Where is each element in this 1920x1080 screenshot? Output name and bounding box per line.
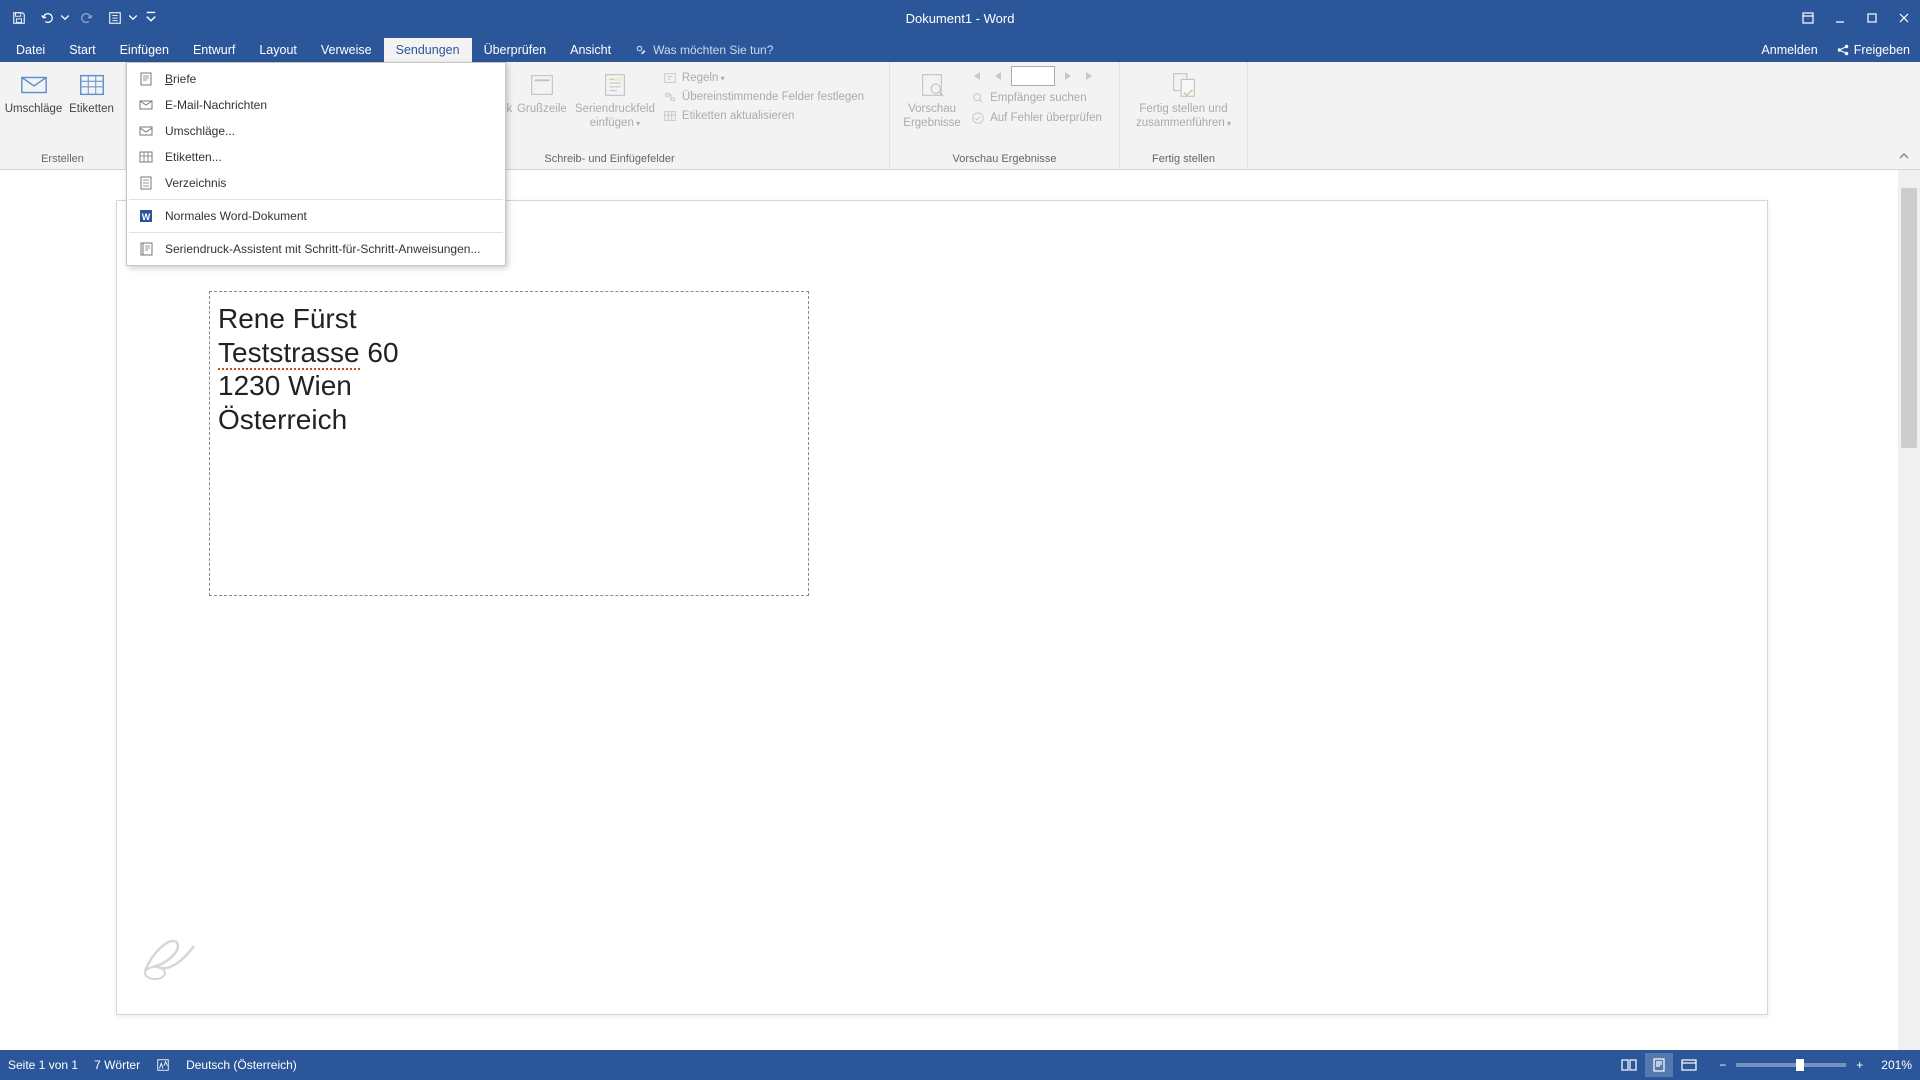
zoom-slider[interactable] [1736,1063,1846,1067]
tab-view[interactable]: Ansicht [558,38,623,62]
envelopes-button[interactable]: Umschläge [5,66,63,117]
status-language[interactable]: Deutsch (Österreich) [186,1058,297,1072]
status-page[interactable]: Seite 1 von 1 [8,1058,78,1072]
address-line-2[interactable]: Teststrasse 60 [218,336,800,370]
envelope-small-icon [137,122,155,140]
finish-icon [1169,68,1199,102]
tell-me-search[interactable]: Was möchten Sie tun? [635,43,773,62]
labels-button[interactable]: Etiketten [63,66,121,117]
view-print-layout[interactable] [1645,1053,1673,1077]
share-button[interactable]: Freigeben [1836,43,1910,57]
window-title: Dokument1 - Word [906,11,1015,26]
qat-customize-dropdown[interactable] [128,7,138,29]
scrollbar-thumb[interactable] [1901,188,1917,448]
find-recipient-button[interactable]: Empfänger suchen [967,90,1106,106]
close-button[interactable] [1888,0,1920,36]
directory-icon [137,174,155,192]
undo-button[interactable] [36,7,58,29]
record-nav [967,66,1106,86]
word-doc-icon: W [137,207,155,225]
svg-text:W: W [142,212,151,222]
insert-field-icon [600,68,630,102]
save-button[interactable] [8,7,30,29]
zoom-in-button[interactable]: + [1852,1058,1867,1072]
view-read-mode[interactable] [1615,1053,1643,1077]
address-text-frame[interactable]: Rene Fürst Teststrasse 60 1230 Wien Öste… [209,291,809,596]
record-number-input[interactable] [1011,66,1055,86]
next-record-button[interactable] [1059,67,1077,85]
menu-directory[interactable]: Verzeichnis [127,170,505,196]
last-record-button[interactable] [1081,67,1099,85]
menu-normal-doc[interactable]: W Normales Word-Dokument [127,203,505,229]
rules-button[interactable]: Regeln [659,70,868,86]
greeting-line-button[interactable]: Grußzeile [513,66,571,117]
labels-small-icon [137,148,155,166]
vertical-scrollbar[interactable] [1898,170,1920,1050]
zoom-level[interactable]: 201% [1881,1058,1912,1072]
tab-design[interactable]: Entwurf [181,38,247,62]
menu-labels[interactable]: Etiketten... [127,144,505,170]
tab-review[interactable]: Überprüfen [472,38,559,62]
group-label-finish: Fertig stellen [1152,151,1215,167]
menu-email[interactable]: E-Mail-Nachrichten [127,92,505,118]
finish-merge-button[interactable]: Fertig stellen und zusammenführen [1129,66,1239,131]
tab-insert[interactable]: Einfügen [108,38,181,62]
prev-record-button[interactable] [989,67,1007,85]
sign-in-link[interactable]: Anmelden [1761,43,1817,57]
menu-wizard[interactable]: Seriendruck-Assistent mit Schritt-für-Sc… [127,236,505,262]
address-line-4[interactable]: Österreich [218,403,800,437]
redo-button[interactable] [76,7,98,29]
tab-file[interactable]: Datei [4,38,57,62]
maximize-button[interactable] [1856,0,1888,36]
insert-merge-field-button[interactable]: Seriendruckfeld einfügen [571,66,659,131]
update-labels-button[interactable]: Etiketten aktualisieren [659,108,868,124]
watermark-icon [135,921,205,996]
undo-dropdown[interactable] [60,7,70,29]
qat-more[interactable] [144,7,158,29]
tab-layout[interactable]: Layout [247,38,309,62]
wizard-icon [137,240,155,258]
collapse-ribbon-button[interactable] [1896,149,1912,165]
labels-icon [77,68,107,102]
first-record-button[interactable] [967,67,985,85]
tab-mailings[interactable]: Sendungen [384,38,472,62]
start-merge-dropdown: Briefe E-Mail-Nachrichten Umschläge... E… [126,62,506,266]
address-line-3[interactable]: 1230 Wien [218,369,800,403]
tab-references[interactable]: Verweise [309,38,384,62]
group-label-preview: Vorschau Ergebnisse [953,151,1057,167]
group-label-write: Schreib- und Einfügefelder [544,151,674,167]
zoom-out-button[interactable]: − [1715,1058,1730,1072]
preview-icon [917,68,947,102]
tab-start[interactable]: Start [57,38,107,62]
ribbon-display-options[interactable] [1792,0,1824,36]
envelope-icon [19,68,49,102]
menu-envelopes[interactable]: Umschläge... [127,118,505,144]
menu-letters[interactable]: Briefe [127,66,505,92]
address-line-1[interactable]: Rene Fürst [218,302,800,336]
status-words[interactable]: 7 Wörter [94,1058,140,1072]
view-web-layout[interactable] [1675,1053,1703,1077]
minimize-button[interactable] [1824,0,1856,36]
match-fields-button[interactable]: Übereinstimmende Felder festlegen [659,89,868,105]
greeting-icon [527,68,557,102]
email-icon [137,96,155,114]
check-errors-button[interactable]: Auf Fehler überprüfen [967,110,1106,126]
preview-results-button[interactable]: Vorschau Ergebnisse [903,66,961,131]
touch-mode-button[interactable] [104,7,126,29]
group-label-create: Erstellen [41,151,84,167]
status-proofing[interactable] [156,1058,170,1072]
tell-me-placeholder: Was möchten Sie tun? [653,43,773,57]
letter-icon [137,70,155,88]
document-page[interactable]: Rene Fürst Teststrasse 60 1230 Wien Öste… [116,200,1768,1015]
